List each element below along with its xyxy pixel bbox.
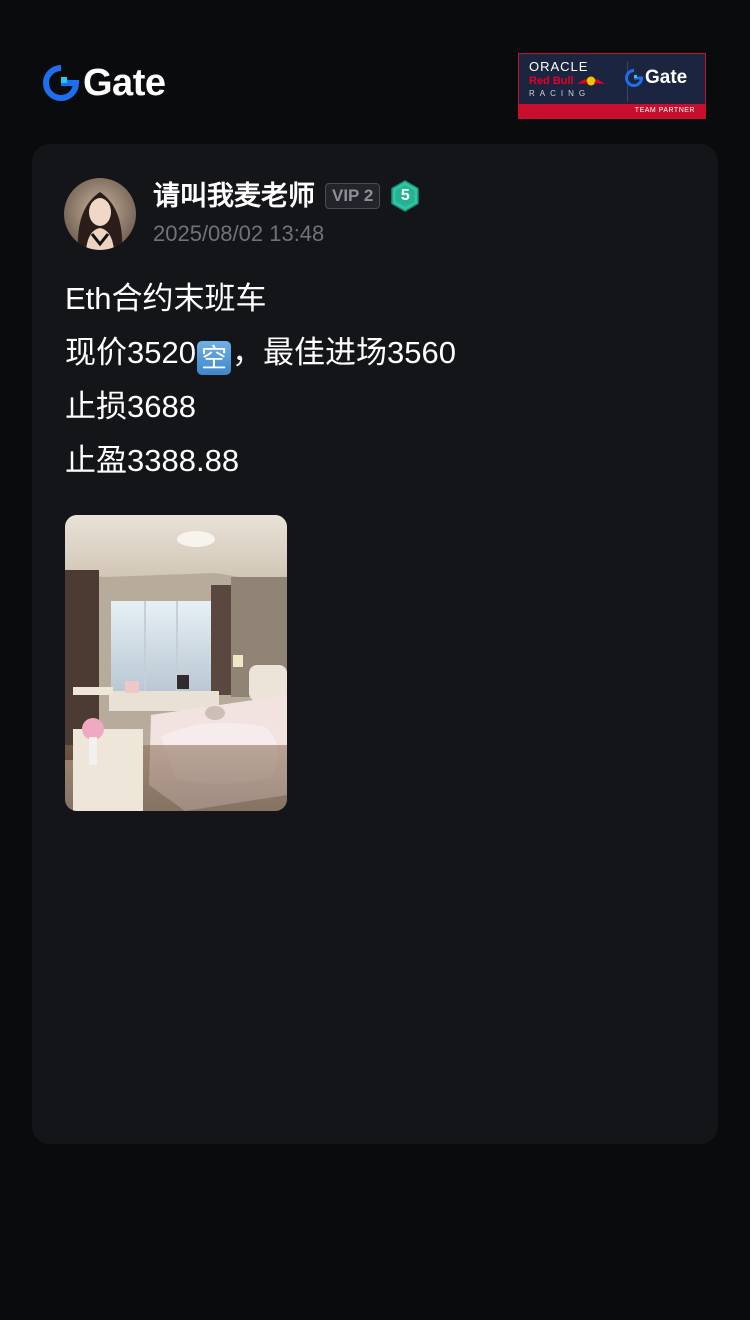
- bull-icon: [576, 76, 605, 86]
- post-line: 止盈3388.88: [65, 443, 240, 478]
- post-line-text: ，最佳进场3560: [231, 335, 456, 370]
- post-timestamp: 2025/08/02 13:48: [153, 221, 325, 246]
- post-image[interactable]: [65, 515, 287, 811]
- redbull-row: Red Bull: [529, 75, 609, 87]
- gate-logo-icon: [625, 69, 643, 87]
- post-line: Eth合约末班车: [65, 281, 267, 316]
- post-card: 请叫我麦老师 VIP 2 5 2025/08/02 13:48 Eth合约末班车…: [32, 144, 718, 1144]
- team-partner-label: TEAM PARTNER: [519, 104, 705, 118]
- post-line-text: 现价3520: [65, 335, 196, 370]
- author-name[interactable]: 请叫我麦老师: [153, 181, 315, 211]
- gate-logo-icon: [43, 65, 79, 101]
- kong-emoji-icon: 空: [196, 341, 231, 375]
- gate-brand: Gate: [43, 62, 166, 104]
- team-partner-badge: ORACLE Red Bull RACING Gate TEAM PARTNER: [518, 53, 706, 119]
- post-line: 现价3520 空，最佳进场3560: [65, 326, 685, 380]
- brand-name: Gate: [83, 62, 166, 104]
- partner-gate-text: Gate: [645, 67, 688, 88]
- post-line: 止损3688: [65, 389, 196, 424]
- level-number: 5: [400, 187, 410, 204]
- bedroom-photo: [65, 515, 287, 811]
- oracle-redbull-logo: ORACLE Red Bull RACING: [529, 60, 609, 99]
- avatar-image: [64, 178, 136, 250]
- share-page: Gate ORACLE Red Bull RACING Gate TEAM PA…: [0, 0, 750, 1320]
- author-row: 请叫我麦老师 VIP 2 5: [153, 180, 420, 212]
- vip-badge: VIP 2: [325, 183, 381, 209]
- redbull-text: Red Bull: [529, 75, 574, 87]
- post-content: Eth合约末班车 现价3520 空，最佳进场3560 止损3688 止盈3388.…: [65, 272, 685, 488]
- avatar[interactable]: [64, 178, 136, 250]
- racing-text: RACING: [529, 89, 591, 98]
- level-badge: 5: [390, 180, 420, 212]
- partner-gate-logo: Gate: [625, 68, 687, 88]
- oracle-text: ORACLE: [529, 59, 589, 74]
